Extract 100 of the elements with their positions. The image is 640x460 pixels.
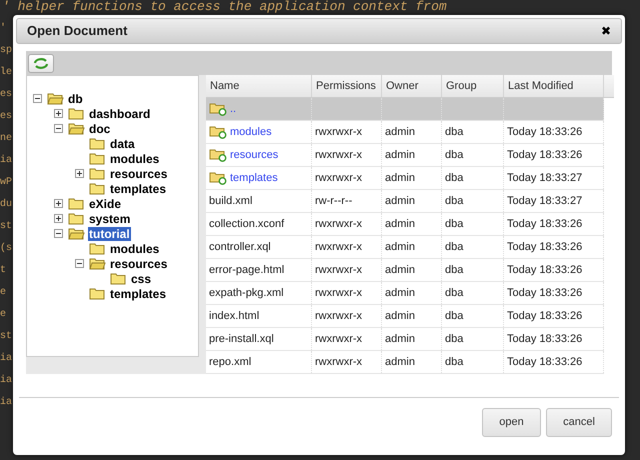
folder-add-icon [209,125,227,139]
column-header[interactable]: Last Modified [504,75,604,97]
folder-link[interactable]: templates [230,170,278,186]
tree-item[interactable]: tutorial [88,226,131,240]
group-cell-text: dba [445,216,464,232]
dialog-button[interactable]: open [482,408,541,437]
plus-box-icon[interactable] [54,109,63,118]
column-header[interactable]: Name [206,75,312,97]
dialog-button[interactable]: cancel [546,408,612,437]
minus-box-icon[interactable] [54,124,63,133]
tree-item[interactable]: resources [109,166,168,180]
file-name: controller.xql [209,240,271,255]
table-row[interactable]: repo.xml rwxrwxr-x admin dba Today 18:33:26 [206,351,604,374]
modified-cell-text: Today 18:33:26 [507,332,582,347]
code-line: es [0,110,12,124]
table-row[interactable]: modules rwxrwxr-x admin dba Today 18:33:26 [206,121,604,144]
code-line: ' [0,22,6,36]
owner-cell-text: admin [385,286,415,301]
table-row[interactable]: index.html rwxrwxr-x admin dba Today 18:33:26 [206,305,604,328]
table-row[interactable]: templates rwxrwxr-x admin dba Today 18:33:27 [206,167,604,190]
plus-box-icon[interactable] [54,214,63,223]
code-line: e [0,286,6,300]
tree-item[interactable]: modules [109,152,160,166]
group-cell-text: dba [445,354,464,370]
code-line: es [0,88,12,102]
column-header[interactable]: Owner [382,75,442,97]
file-name: expath-pkg.xml [209,286,284,301]
window-title: Open Document [27,22,128,40]
table-row[interactable]: error-page.html rwxrwxr-x admin dba Today 18:33:26 [206,259,604,282]
file-name: index.html [209,308,260,324]
owner-cell-text: admin [385,194,415,209]
table-row[interactable]: collection.xconf rwxrwxr-x admin dba Today 18:33:26 [206,213,604,236]
file-name: error-page.html [209,262,284,278]
column-header[interactable]: Group [442,75,504,97]
tree-item[interactable]: doc [88,122,112,136]
tree-item[interactable]: resources [109,256,168,270]
permissions-cell-text: rwxrwxr-x [315,216,362,232]
folder-icon [68,212,85,225]
tree-item[interactable]: dashboard [88,106,152,120]
modified-cell-text: Today 18:33:26 [507,216,582,232]
minus-box-icon[interactable] [75,259,84,268]
permissions-cell-text: rwxrwxr-x [315,286,362,301]
group-cell-text: dba [445,148,464,163]
owner-cell-text: admin [385,124,415,140]
open-folder-icon [68,227,85,240]
modified-cell-text: Today 18:33:26 [507,262,582,278]
table-row[interactable]: controller.xql rwxrwxr-x admin dba Today 18:33:26 [206,236,604,259]
code-line: wP [0,176,12,190]
owner-cell-text: admin [385,148,415,163]
folder-link[interactable]: modules [230,124,272,140]
table-row[interactable]: .. [206,98,604,121]
minus-box-icon[interactable] [54,229,63,238]
permissions-cell-text: rwxrwxr-x [315,354,362,370]
code-line: t [0,264,6,278]
file-name: collection.xconf [209,216,284,232]
owner-cell-text: admin [385,354,415,370]
group-cell-text: dba [445,194,464,209]
table-row[interactable]: build.xml rw-r--r-- admin dba Today 18:33:27 [206,190,604,213]
tree-item[interactable]: modules [109,242,160,256]
table-row[interactable]: expath-pkg.xml rwxrwxr-x admin dba Today 18:33:26 [206,282,604,305]
code-line: ne [0,132,12,146]
modified-cell-text: Today 18:33:26 [507,286,582,301]
modified-cell-text: Today 18:33:26 [507,354,582,370]
modified-cell-text: Today 18:33:27 [507,194,582,209]
code-line: st [0,330,12,344]
tree-item[interactable]: data [109,136,136,150]
folder-icon [89,137,106,150]
group-cell-text: dba [445,286,464,301]
tree-item[interactable]: css [130,272,152,286]
close-button[interactable]: ✖ [601,25,611,37]
code-line: ia [0,396,12,410]
modified-cell-text: Today 18:33:26 [507,308,582,324]
table-row[interactable]: resources rwxrwxr-x admin dba Today 18:33:26 [206,144,604,167]
folder-link[interactable]: resources [230,146,278,164]
group-cell-text: dba [445,240,464,255]
file-name: repo.xml [209,354,252,370]
code-line: ' helper functions to access the application context from [1,0,447,14]
tree-item[interactable]: system [88,212,132,226]
tree-item[interactable]: db [67,92,84,106]
modified-cell-text: Today 18:33:26 [507,240,582,255]
open-folder-icon [68,122,85,135]
plus-box-icon[interactable] [75,169,84,178]
code-line: du [0,198,12,212]
tree-item[interactable]: templates [109,182,168,196]
tree-item[interactable]: templates [109,286,168,300]
code-line: ia [0,374,12,388]
code-line: e [0,308,6,322]
code-line: ia [0,352,12,366]
minus-box-icon[interactable] [33,94,42,103]
tree-item[interactable]: eXide [88,196,122,210]
column-header[interactable]: Permissions [312,75,382,97]
folder-icon [89,182,106,195]
owner-cell-text: admin [385,262,415,278]
plus-box-icon[interactable] [54,199,63,208]
group-cell-text: dba [445,262,464,278]
open-folder-icon [89,257,106,270]
table-row[interactable]: pre-install.xql rwxrwxr-x admin dba Today 18:33:26 [206,328,604,351]
folder-link[interactable]: .. [230,100,236,118]
refresh-button[interactable] [28,54,54,72]
file-name: pre-install.xql [209,332,274,347]
